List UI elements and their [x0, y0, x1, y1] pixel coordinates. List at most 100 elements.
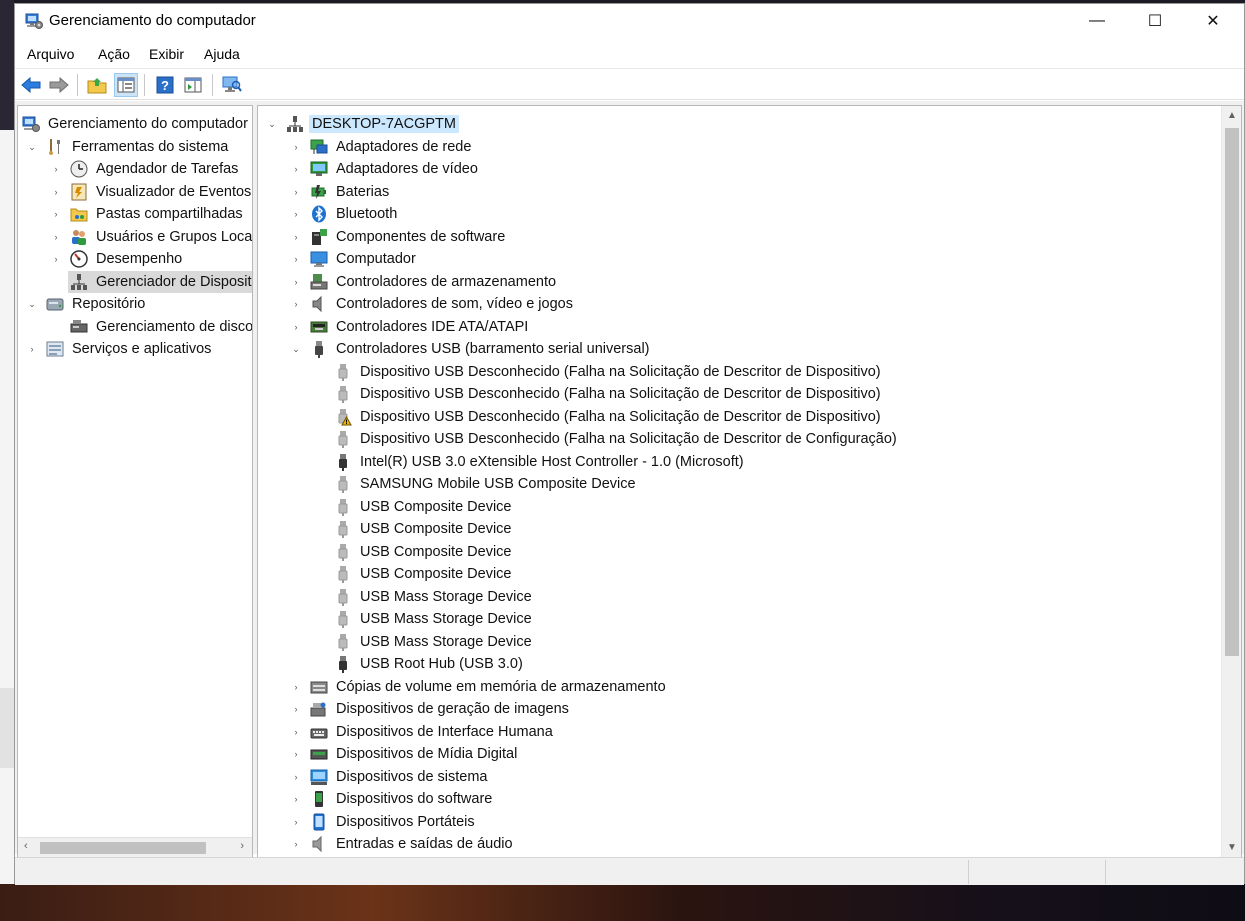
- scroll-left-icon[interactable]: ‹: [24, 840, 28, 852]
- chevron-right-icon[interactable]: ›: [50, 231, 62, 243]
- close-button[interactable]: ✕: [1184, 4, 1242, 38]
- chevron-right-icon[interactable]: ›: [50, 186, 62, 198]
- device-category[interactable]: › Bluetooth: [290, 203, 400, 225]
- menu-exibir[interactable]: Exibir: [149, 46, 184, 62]
- minimize-button[interactable]: —: [1068, 4, 1126, 38]
- title-bar[interactable]: Gerenciamento do computador — ☐ ✕: [15, 4, 1244, 40]
- show-hide-console-tree-button[interactable]: [114, 73, 138, 97]
- chevron-right-icon[interactable]: ›: [26, 343, 38, 355]
- up-folder-button[interactable]: [85, 73, 109, 97]
- usb-device-item[interactable]: USB Root Hub (USB 3.0): [334, 653, 526, 675]
- scroll-down-icon[interactable]: ▼: [1227, 842, 1237, 853]
- device-category[interactable]: › Baterias: [290, 181, 392, 203]
- chevron-right-icon[interactable]: ›: [290, 231, 302, 243]
- chevron-right-icon[interactable]: ›: [290, 771, 302, 783]
- chevron-right-icon[interactable]: ›: [50, 253, 62, 265]
- chevron-right-icon[interactable]: ›: [290, 838, 302, 850]
- usb-device-item[interactable]: USB Mass Storage Device: [334, 631, 535, 653]
- chevron-right-icon[interactable]: ›: [290, 253, 302, 265]
- chevron-down-icon[interactable]: ⌄: [266, 118, 278, 130]
- disk-management-icon: [70, 318, 88, 336]
- usb-device-item[interactable]: Dispositivo USB Desconhecido (Falha na S…: [334, 361, 884, 383]
- device-tree-root[interactable]: ⌄ DESKTOP-7ACGPTM: [266, 113, 459, 135]
- device-category[interactable]: › Computador: [290, 248, 419, 270]
- usb-device-item[interactable]: Dispositivo USB Desconhecido (Falha na S…: [334, 428, 900, 450]
- tree-node-services[interactable]: › Serviços e aplicativos: [26, 338, 214, 360]
- menu-arquivo[interactable]: Arquivo: [27, 46, 74, 62]
- device-category[interactable]: › Adaptadores de vídeo: [290, 158, 481, 180]
- device-category[interactable]: › Componentes de software: [290, 226, 508, 248]
- chevron-right-icon[interactable]: ›: [290, 208, 302, 220]
- chevron-right-icon[interactable]: ›: [290, 186, 302, 198]
- device-category[interactable]: › Cópias de volume em memória de armazena…: [290, 676, 669, 698]
- tree-node-device-manager[interactable]: Gerenciador de Disposit: [68, 271, 252, 293]
- scroll-right-icon[interactable]: ›: [240, 840, 244, 852]
- usb-device-item[interactable]: Dispositivo USB Desconhecido (Falha na S…: [334, 383, 884, 405]
- usb-device-item[interactable]: USB Composite Device: [334, 563, 515, 585]
- chevron-right-icon[interactable]: ›: [50, 208, 62, 220]
- menu-acao[interactable]: Ação: [98, 46, 130, 62]
- usb-device-item[interactable]: USB Composite Device: [334, 541, 515, 563]
- device-category[interactable]: › Dispositivos de sistema: [290, 766, 491, 788]
- chevron-right-icon[interactable]: ›: [290, 276, 302, 288]
- device-category[interactable]: › Adaptadores de rede: [290, 136, 474, 158]
- chevron-right-icon[interactable]: ›: [290, 163, 302, 175]
- forward-button[interactable]: [47, 73, 71, 97]
- chevron-right-icon[interactable]: ›: [290, 793, 302, 805]
- usb-device-item[interactable]: USB Composite Device: [334, 518, 515, 540]
- back-button[interactable]: [19, 73, 43, 97]
- device-category[interactable]: › Dispositivos do software: [290, 788, 495, 810]
- usb-device-item[interactable]: Intel(R) USB 3.0 eXtensible Host Control…: [334, 451, 747, 473]
- tree-node-root[interactable]: Gerenciamento do computador: [20, 113, 251, 135]
- chevron-right-icon[interactable]: ›: [290, 321, 302, 333]
- device-category[interactable]: › Controladores de som, vídeo e jogos: [290, 293, 576, 315]
- chevron-down-icon[interactable]: ⌄: [290, 343, 302, 355]
- usb-device-item[interactable]: SAMSUNG Mobile USB Composite Device: [334, 473, 639, 495]
- chevron-down-icon[interactable]: ⌄: [26, 298, 38, 310]
- software-device-icon: [310, 790, 328, 808]
- help-button[interactable]: ?: [153, 73, 177, 97]
- device-category[interactable]: › Controladores IDE ATA/ATAPI: [290, 316, 531, 338]
- scrollbar-thumb[interactable]: [40, 842, 206, 854]
- device-category[interactable]: › Entradas e saídas de áudio: [290, 833, 516, 855]
- chevron-right-icon[interactable]: ›: [290, 298, 302, 310]
- scan-hardware-button[interactable]: [220, 73, 244, 97]
- show-action-pane-button[interactable]: [181, 73, 205, 97]
- chevron-right-icon[interactable]: ›: [290, 816, 302, 828]
- device-manager-pane[interactable]: ⌄ DESKTOP-7ACGPTM › Adaptadores de rede › Ada…: [257, 105, 1242, 858]
- tree-node-shared-folders[interactable]: › Pastas compartilhadas: [50, 203, 246, 225]
- chevron-right-icon[interactable]: ›: [290, 726, 302, 738]
- tree-node-event-viewer[interactable]: › Visualizador de Eventos: [50, 181, 252, 203]
- usb-device-item[interactable]: USB Composite Device: [334, 496, 515, 518]
- console-tree-pane[interactable]: Gerenciamento do computador ⌄ Ferramenta…: [17, 105, 253, 858]
- tree-node-performance[interactable]: › Desempenho: [50, 248, 185, 270]
- device-category[interactable]: › Dispositivos de geração de imagens: [290, 698, 572, 720]
- device-category[interactable]: › Dispositivos de Interface Humana: [290, 721, 556, 743]
- device-category[interactable]: › Controladores de armazenamento: [290, 271, 559, 293]
- chevron-right-icon[interactable]: ›: [290, 703, 302, 715]
- scrollbar-thumb[interactable]: [1225, 128, 1239, 656]
- chevron-down-icon[interactable]: ⌄: [26, 141, 38, 153]
- chevron-right-icon[interactable]: ›: [50, 163, 62, 175]
- chevron-right-icon[interactable]: ›: [290, 141, 302, 153]
- device-category[interactable]: › Dispositivos de Mídia Digital: [290, 743, 520, 765]
- device-category[interactable]: › Dispositivos Portáteis: [290, 811, 478, 833]
- tree-node-disk-management[interactable]: Gerenciamento de disco: [62, 316, 252, 338]
- tree-node-system-tools[interactable]: ⌄ Ferramentas do sistema: [26, 136, 231, 158]
- tree-node-label: Dispositivo USB Desconhecido (Falha na S…: [360, 386, 881, 402]
- tree-node-storage[interactable]: ⌄ Repositório: [26, 293, 148, 315]
- maximize-button[interactable]: ☐: [1126, 4, 1184, 38]
- usb-device-item[interactable]: Dispositivo USB Desconhecido (Falha na S…: [334, 406, 884, 428]
- horizontal-scrollbar[interactable]: ‹ ›: [18, 837, 252, 857]
- tree-node-local-users[interactable]: › Usuários e Grupos Locai: [50, 226, 252, 248]
- scroll-up-icon[interactable]: ▲: [1227, 110, 1237, 121]
- menu-ajuda[interactable]: Ajuda: [204, 46, 240, 62]
- chevron-right-icon[interactable]: ›: [290, 748, 302, 760]
- usb-device-item[interactable]: USB Mass Storage Device: [334, 608, 535, 630]
- chevron-right-icon[interactable]: ›: [290, 681, 302, 693]
- tree-node-task-scheduler[interactable]: › Agendador de Tarefas: [50, 158, 241, 180]
- ide-controller-icon: [310, 318, 328, 336]
- vertical-scrollbar[interactable]: ▲ ▼: [1221, 106, 1241, 857]
- usb-device-item[interactable]: USB Mass Storage Device: [334, 586, 535, 608]
- device-category-usb[interactable]: ⌄ Controladores USB (barramento serial un…: [290, 338, 653, 360]
